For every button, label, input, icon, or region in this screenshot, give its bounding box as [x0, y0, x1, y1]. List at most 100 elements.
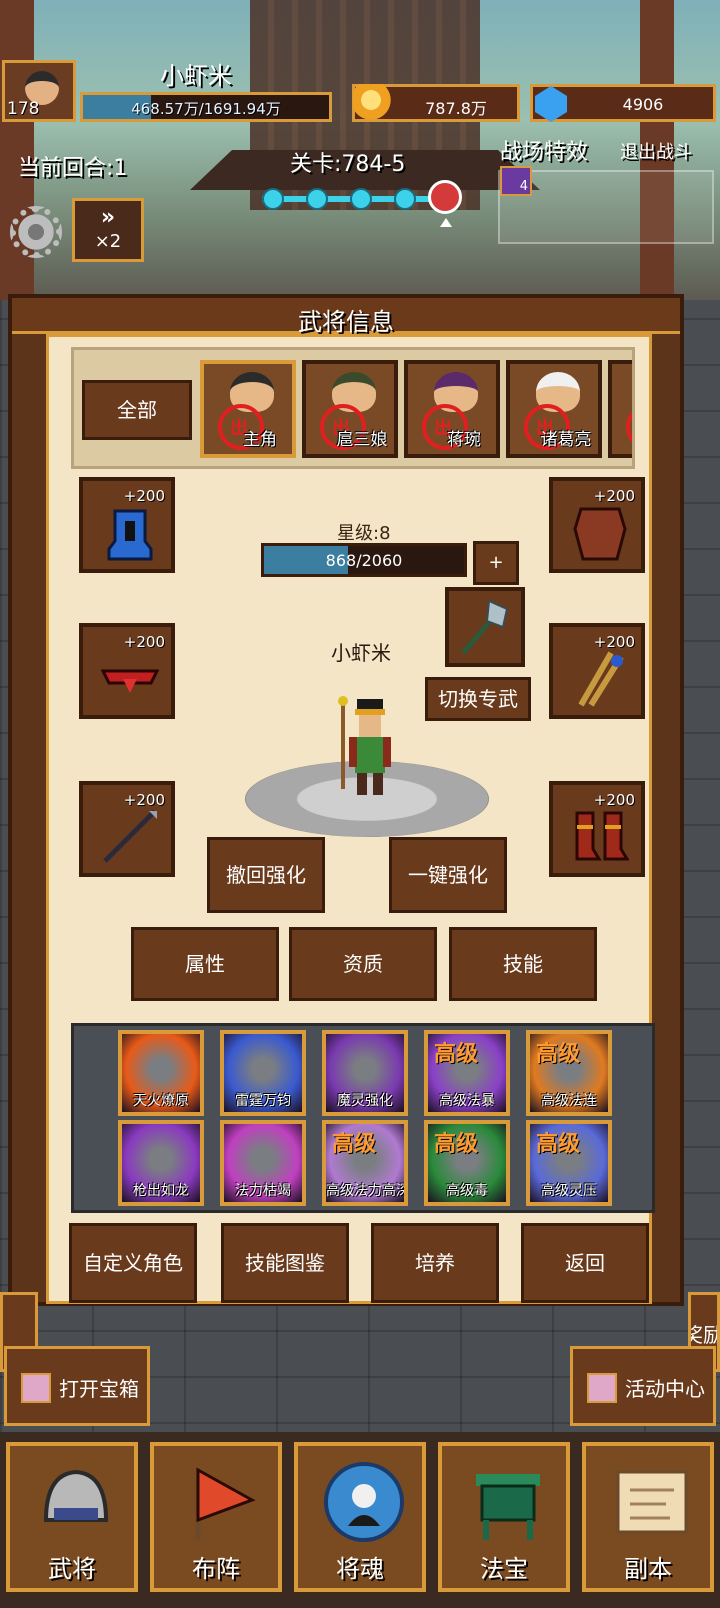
- current-round: 当前回合:1: [18, 156, 128, 181]
- nav-label: 武将: [48, 1555, 96, 1583]
- skill-icon[interactable]: 魔灵强化: [322, 1030, 408, 1116]
- hero-card[interactable]: 出 主角: [200, 360, 296, 458]
- nav-dungeon[interactable]: 副本: [582, 1442, 714, 1592]
- stage-dot: [306, 188, 328, 210]
- belt-slot[interactable]: +200: [79, 623, 175, 719]
- skill-icon[interactable]: 高级 高级毒: [424, 1120, 510, 1206]
- panel-content: 全部 出 主角 出 扈三娘 出 蒋琬 出 诸葛亮 +200 +200 +200 …: [46, 334, 655, 1304]
- skill-icon[interactable]: 高级 高级法连: [526, 1030, 612, 1116]
- bronze-cauldron-icon: [476, 1474, 540, 1540]
- activity-center-button[interactable]: 活动中心: [570, 1346, 716, 1426]
- blue-helmet-icon: [107, 509, 153, 561]
- boots-slot[interactable]: +200: [549, 781, 645, 877]
- nav-formation[interactable]: 布阵: [150, 1442, 282, 1592]
- red-boots-icon: [575, 811, 629, 861]
- gem-value: 4906: [622, 95, 664, 114]
- nav-label: 将魂: [336, 1555, 384, 1583]
- exclusive-weapon-slot[interactable]: [445, 587, 525, 667]
- enhance-level: +200: [123, 487, 165, 505]
- hero-card[interactable]: 出 扈三娘: [302, 360, 398, 458]
- filter-all-button[interactable]: 全部: [82, 380, 192, 440]
- cultivate-button[interactable]: 培养: [371, 1223, 499, 1303]
- player-name: 小虾米: [160, 62, 232, 90]
- exit-battle-button[interactable]: 退出战斗: [620, 138, 692, 164]
- back-button[interactable]: 返回: [521, 1223, 649, 1303]
- stage-dot: [350, 188, 372, 210]
- add-star-button[interactable]: +: [473, 541, 519, 585]
- stage-label: 关卡:784-5: [290, 152, 406, 177]
- soul-orb-icon: [324, 1462, 404, 1542]
- stage-dot: [394, 188, 416, 210]
- enhance-level: +200: [593, 633, 635, 651]
- tab-aptitude[interactable]: 资质: [289, 927, 437, 1001]
- boss-stage-icon: [428, 180, 462, 214]
- customize-character-button[interactable]: 自定义角色: [69, 1223, 197, 1303]
- bottom-navigation: 武将 布阵 将魂 法宝 副本: [0, 1432, 720, 1608]
- hero-card-name: 主角: [243, 430, 277, 450]
- revoke-enhance-button[interactable]: 撤回强化: [207, 837, 325, 913]
- panel-title-bar: 武将信息: [12, 298, 680, 336]
- hp-bar: 468.57万/1691.94万: [80, 92, 332, 122]
- quiver-slot[interactable]: +200: [549, 623, 645, 719]
- hero-card[interactable]: 出 蒋琬: [404, 360, 500, 458]
- open-chest-label: 打开宝箱: [59, 1377, 139, 1401]
- panel-title: 武将信息: [298, 308, 394, 336]
- spear-icon: [103, 809, 157, 863]
- star-level: 星级:8: [337, 523, 391, 544]
- skill-icon[interactable]: 高级 高级法暴: [424, 1030, 510, 1116]
- current-stage-arrow-icon: [440, 218, 452, 227]
- axe-weapon-icon: [461, 599, 509, 655]
- gold-counter: 787.8万: [352, 84, 520, 124]
- hero-card[interactable]: 出 诸葛亮: [506, 360, 602, 458]
- hero-info-panel: 武将信息 全部 出 主角 出 扈三娘 出 蒋琬 出 诸葛亮 +200 +200 …: [8, 294, 684, 1306]
- skill-icon[interactable]: 法力枯竭: [220, 1120, 306, 1206]
- player-level: 178: [7, 99, 40, 119]
- helmet-slot[interactable]: +200: [79, 477, 175, 573]
- deployed-badge-icon: 出: [626, 404, 632, 450]
- settings-gear-icon[interactable]: [10, 206, 62, 258]
- gift-box-icon: [587, 1373, 617, 1403]
- nav-label: 布阵: [192, 1555, 240, 1583]
- nav-general-souls[interactable]: 将魂: [294, 1442, 426, 1592]
- skill-icon[interactable]: 雷霆万钧: [220, 1030, 306, 1116]
- red-belt-icon: [101, 669, 159, 693]
- weapon-slot[interactable]: +200: [79, 781, 175, 877]
- hero-card-name: 扈三娘: [336, 430, 388, 450]
- gem-icon: [535, 86, 567, 122]
- one-click-enhance-button[interactable]: 一键强化: [389, 837, 507, 913]
- tab-skills[interactable]: 技能: [449, 927, 597, 1001]
- battle-effect-icon[interactable]: 4: [500, 166, 532, 196]
- reward-label: 奖励: [691, 1319, 717, 1348]
- open-chest-button[interactable]: 打开宝箱: [4, 1346, 150, 1426]
- tab-attributes[interactable]: 属性: [131, 927, 279, 1001]
- hero-card[interactable]: 出: [608, 360, 632, 458]
- battle-effect-label[interactable]: 战场特效: [500, 134, 588, 166]
- gem-counter: 4906: [530, 84, 716, 122]
- speed-label: ×2: [94, 231, 122, 252]
- exp-text: 868/2060: [325, 551, 403, 570]
- hero-card-name: 蒋琬: [447, 430, 481, 450]
- leather-armor-icon: [573, 507, 627, 561]
- skill-icon[interactable]: 高级 高级灵压: [526, 1120, 612, 1206]
- nav-label: 法宝: [480, 1555, 528, 1583]
- arrow-quiver-icon: [578, 651, 624, 707]
- enhance-level: +200: [593, 791, 635, 809]
- skill-icon[interactable]: 高级 高级法力高深: [322, 1120, 408, 1206]
- gift-box-icon: [21, 1373, 51, 1403]
- skill-icon[interactable]: 枪出如龙: [118, 1120, 204, 1206]
- skills-grid: 天火燎原 雷霆万钧 魔灵强化 高级 高级法暴 高级 高级法连 枪出如龙 法力枯竭 高…: [71, 1023, 655, 1213]
- activity-center-label: 活动中心: [625, 1377, 705, 1401]
- nav-generals[interactable]: 武将: [6, 1442, 138, 1592]
- scroll-map-icon: [616, 1470, 688, 1534]
- speed-toggle-button[interactable]: » ×2: [72, 198, 144, 262]
- skill-codex-button[interactable]: 技能图鉴: [221, 1223, 349, 1303]
- enhance-level: +200: [123, 791, 165, 809]
- skill-icon[interactable]: 天火燎原: [118, 1030, 204, 1116]
- switch-exclusive-weapon-button[interactable]: 切换专武: [425, 677, 531, 721]
- player-avatar[interactable]: 178: [2, 60, 76, 122]
- hero-sprite: [338, 696, 391, 795]
- enhance-level: +200: [593, 487, 635, 505]
- armor-slot[interactable]: +200: [549, 477, 645, 573]
- nav-treasures[interactable]: 法宝: [438, 1442, 570, 1592]
- gold-value: 787.8万: [425, 99, 487, 118]
